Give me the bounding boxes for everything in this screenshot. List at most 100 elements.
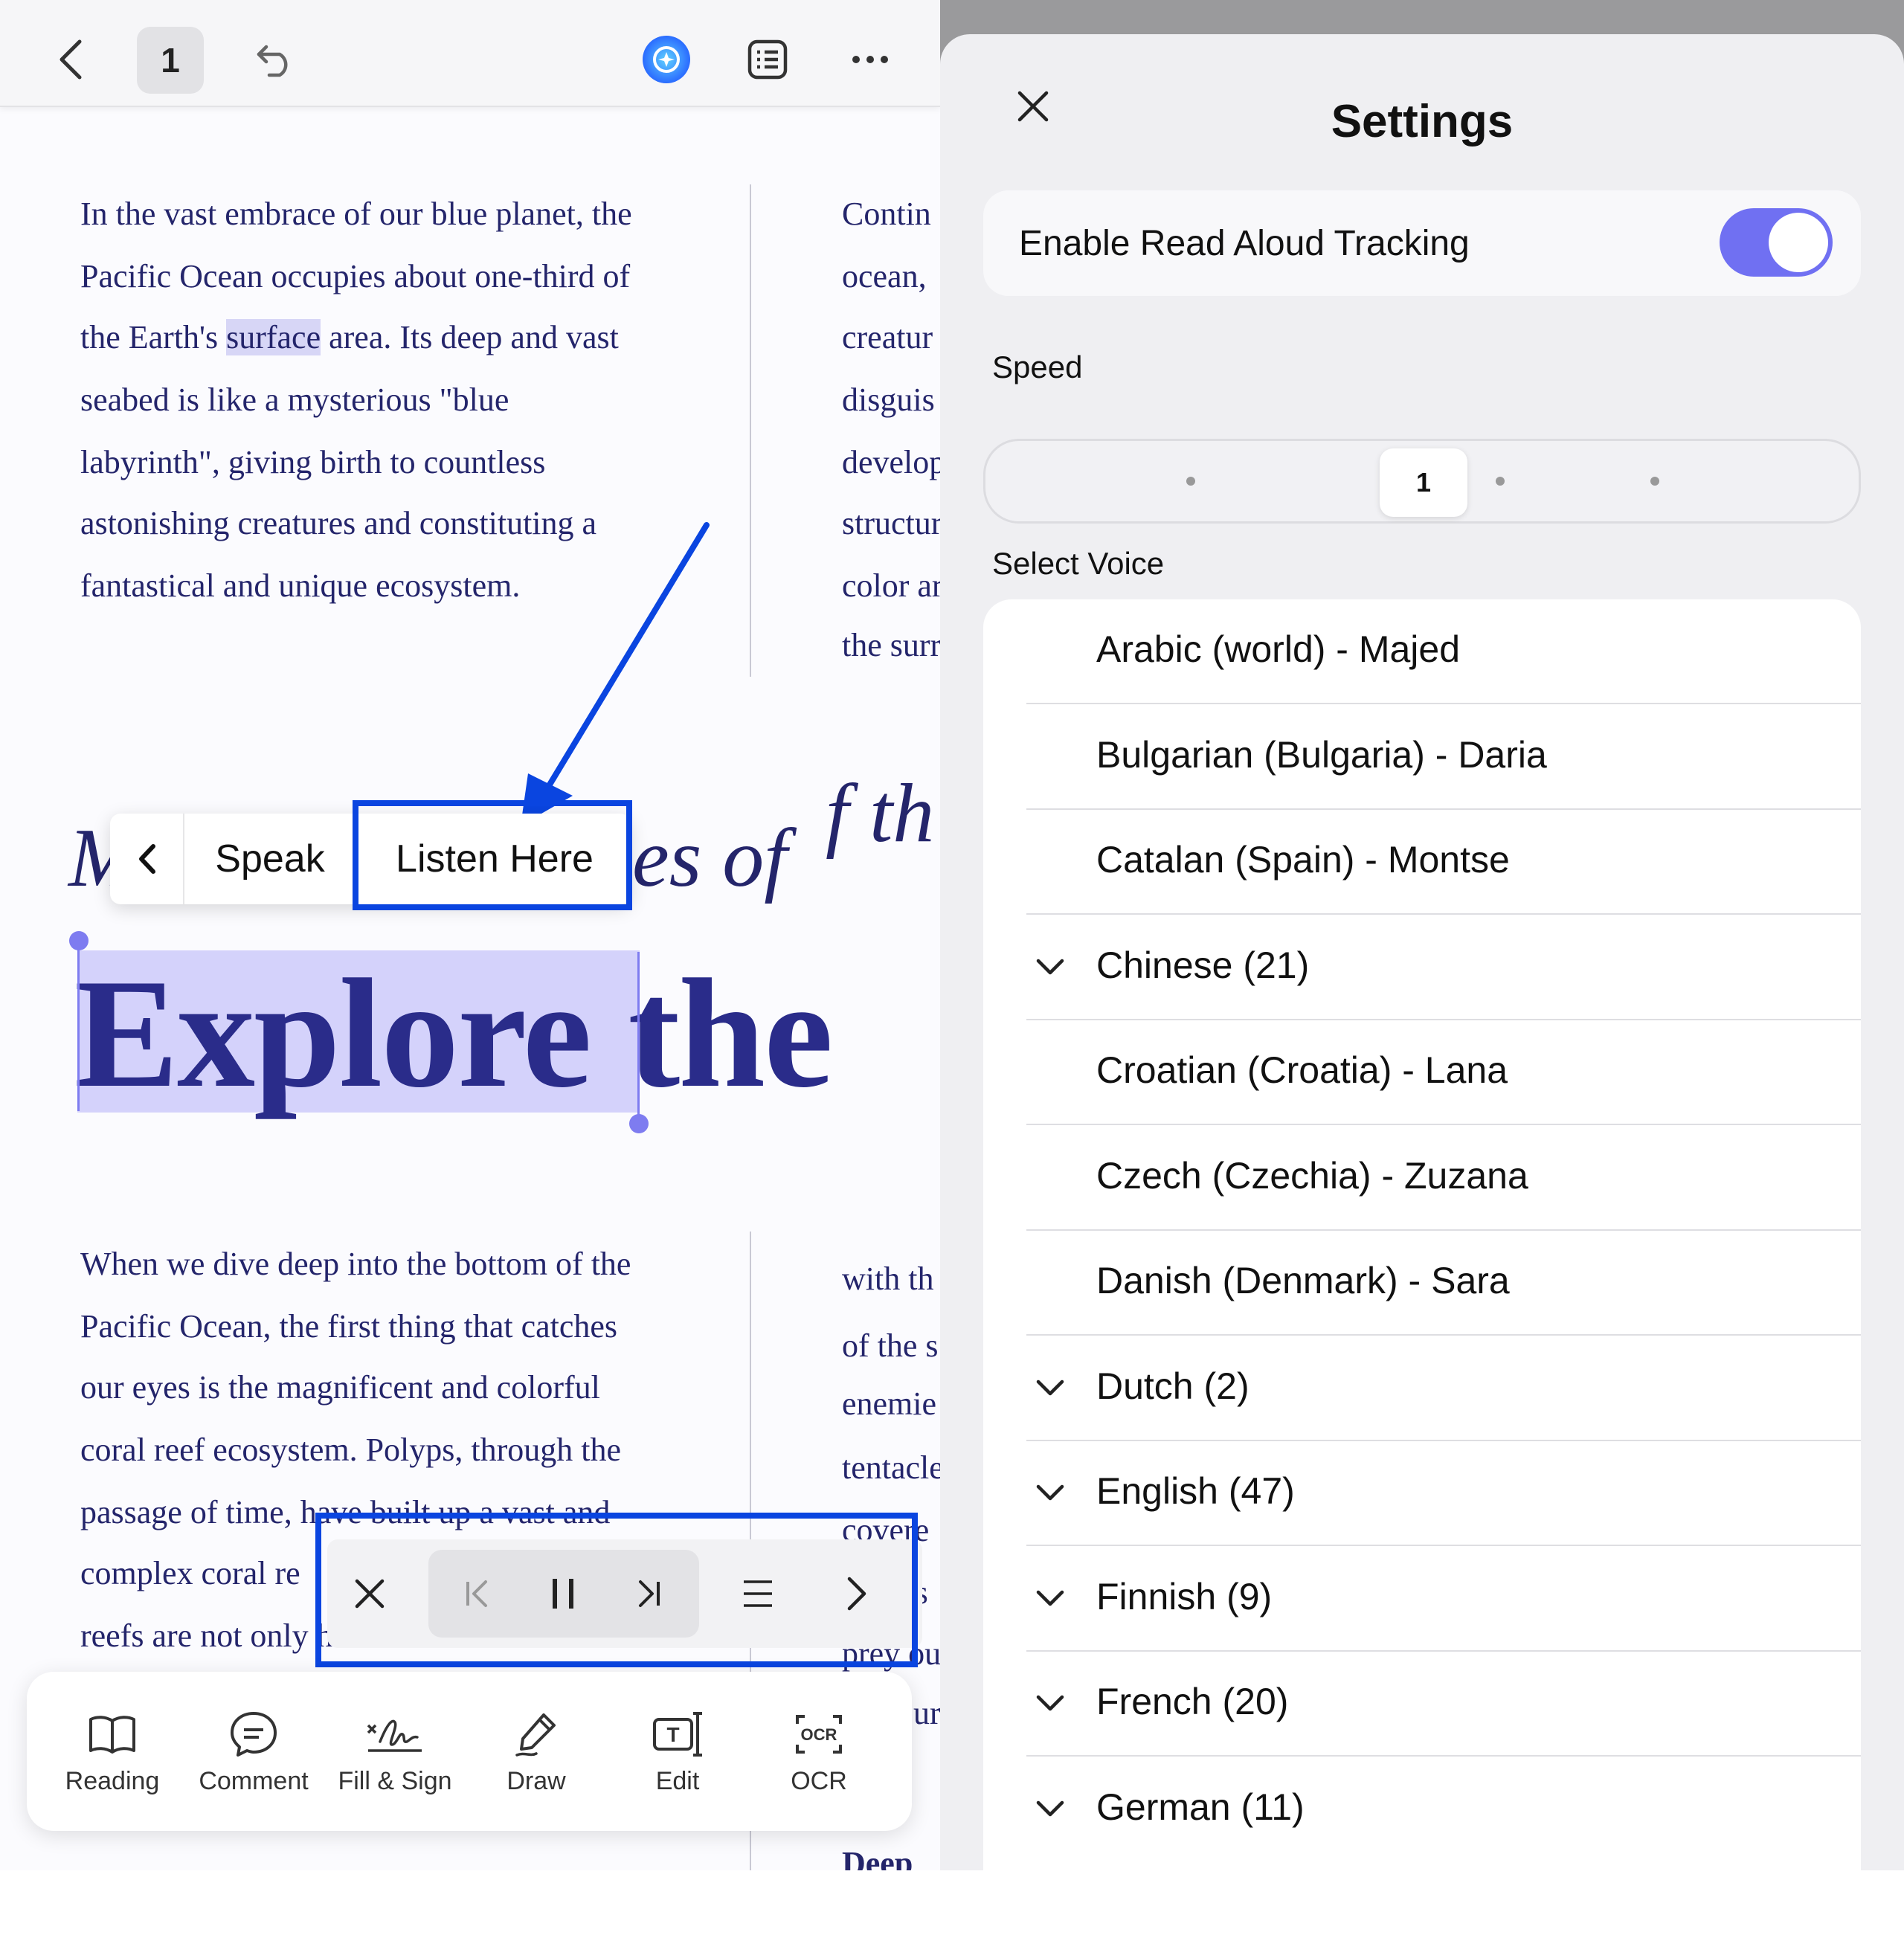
voice-list-item[interactable]: Bulgarian (Bulgaria) - Daria — [983, 705, 1861, 810]
selection-start-handle[interactable] — [69, 931, 89, 950]
voice-label: French (20) — [1096, 1681, 1289, 1722]
voice-list-item[interactable]: Arabic (world) - Majed — [983, 599, 1861, 704]
svg-text:T: T — [666, 1723, 679, 1746]
toolbar-label: Draw — [506, 1767, 566, 1795]
settings-sheet: Settings Enable Read Aloud Tracking Spee… — [940, 34, 1904, 1938]
toolbar-label: Fill & Sign — [338, 1767, 452, 1795]
chevron-down-icon — [1029, 947, 1071, 988]
outline-list-icon[interactable] — [738, 30, 797, 89]
toolbar-ocr[interactable]: OCR OCR — [748, 1672, 890, 1831]
text-line: creatur — [842, 319, 933, 355]
toolbar-draw[interactable]: Draw — [466, 1672, 607, 1831]
highlighted-word: surface — [226, 319, 321, 355]
select-voice-label: Select Voice — [992, 546, 1165, 581]
text-line: develop — [842, 444, 940, 480]
voice-list-item[interactable]: Croatian (Croatia) - Lana — [983, 1020, 1861, 1125]
chevron-left-icon — [139, 844, 155, 874]
voice-list-item[interactable]: Czech (Czechia) - Zuzana — [983, 1126, 1861, 1231]
voice-label: German (11) — [1096, 1786, 1305, 1828]
voice-list-item[interactable]: Chinese (21) — [983, 915, 1861, 1020]
text-line: When we dive deep into the bottom of the — [80, 1246, 631, 1282]
text-line: fantastical and unique ecosystem. — [80, 567, 521, 604]
top-toolbar: 1 — [0, 0, 940, 107]
bottom-toolbar: Reading Comment Fill & Sign Draw T Edit — [27, 1672, 912, 1831]
voice-list-item[interactable]: French (20) — [983, 1652, 1861, 1757]
tracking-toggle[interactable] — [1720, 208, 1833, 277]
toolbar-edit[interactable]: T Edit — [607, 1672, 748, 1831]
speak-button[interactable]: Speak — [184, 814, 356, 904]
text-line: enemie — [842, 1385, 937, 1422]
pen-icon — [466, 1707, 607, 1761]
ocr-icon: OCR — [748, 1707, 890, 1761]
selection-stem — [77, 940, 80, 1111]
text-line: structur — [842, 505, 940, 541]
text-line: the surr — [842, 627, 940, 663]
book-icon — [42, 1707, 183, 1761]
text-line: color ar — [842, 567, 940, 604]
read-aloud-tracking-row: Enable Read Aloud Tracking — [983, 190, 1861, 296]
more-options-icon[interactable] — [840, 30, 900, 89]
text-line: complex coral re — [80, 1555, 300, 1591]
toolbar-reading[interactable]: Reading — [42, 1672, 183, 1831]
text-line: the Earth's surface area. Its deep and v… — [80, 318, 619, 356]
context-menu-back-button[interactable] — [110, 814, 184, 904]
back-chevron-icon[interactable] — [45, 30, 97, 89]
voice-list-item[interactable]: Dutch (2) — [983, 1336, 1861, 1441]
heading-rest: the — [628, 947, 833, 1120]
text-edit-icon: T — [607, 1707, 748, 1761]
toolbar-label: Comment — [199, 1767, 309, 1795]
voice-label: Arabic (world) - Majed — [1096, 628, 1461, 670]
undo-icon[interactable] — [245, 30, 305, 89]
voice-label: Danish (Denmark) - Sara — [1096, 1260, 1510, 1301]
voice-list-item[interactable]: English (47) — [983, 1441, 1861, 1546]
voice-label: English (47) — [1096, 1470, 1295, 1512]
signature-icon — [324, 1707, 466, 1761]
text-segment: area. Its deep and vast — [321, 319, 619, 355]
toolbar-fill-sign[interactable]: Fill & Sign — [324, 1672, 466, 1831]
ai-assistant-icon[interactable] — [637, 30, 696, 89]
tracking-label: Enable Read Aloud Tracking — [1019, 224, 1470, 263]
voice-list: Arabic (world) - Majed Bulgarian (Bulgari… — [983, 599, 1861, 1938]
selection-end-handle[interactable] — [629, 1114, 649, 1133]
text-line: In the vast embrace of our blue planet, … — [80, 196, 632, 232]
heading-selected-word: Explore — [74, 947, 592, 1120]
chevron-down-icon — [1029, 1368, 1071, 1409]
text-line: our eyes is the magnificent and colorful — [80, 1369, 600, 1406]
heading-script-mid: es of — [632, 812, 788, 904]
voice-list-item[interactable]: Finnish (9) — [983, 1547, 1861, 1652]
text-line: coral reef ecosystem. Polyps, through th… — [80, 1432, 622, 1468]
text-line: ocean, — [842, 258, 927, 294]
text-line: tentacle — [842, 1449, 940, 1486]
voice-label: Dutch (2) — [1096, 1365, 1250, 1407]
chevron-down-icon — [1029, 1789, 1071, 1830]
voice-list-item[interactable]: German (11) — [983, 1757, 1861, 1862]
speed-tick — [1650, 477, 1659, 486]
text-segment: the Earth's — [80, 319, 227, 355]
heading-title: Explore the — [74, 944, 833, 1124]
annotation-highlight-box — [315, 1513, 918, 1667]
toolbar-comment[interactable]: Comment — [183, 1672, 324, 1831]
chevron-down-icon — [1029, 1683, 1071, 1725]
chevron-down-icon — [1029, 1472, 1071, 1514]
speed-slider-knob[interactable]: 1 — [1380, 448, 1467, 517]
text-line: labyrinth", giving birth to countless — [80, 444, 546, 480]
voice-list-item[interactable]: Catalan (Spain) - Montse — [983, 810, 1861, 915]
voice-label: Catalan (Spain) - Montse — [1096, 839, 1510, 881]
voice-label: Czech (Czechia) - Zuzana — [1096, 1154, 1528, 1197]
svg-text:OCR: OCR — [801, 1725, 837, 1744]
speed-tick — [1496, 477, 1505, 486]
text-line: Pacific Ocean, the first thing that catc… — [80, 1308, 618, 1345]
speed-tick — [1186, 477, 1195, 486]
speed-slider[interactable]: 1 — [983, 439, 1861, 524]
voice-list-item[interactable]: Danish (Denmark) - Sara — [983, 1231, 1861, 1336]
selection-stem — [637, 952, 640, 1121]
page-number-badge[interactable]: 1 — [137, 27, 204, 94]
voice-label: Chinese (21) — [1096, 944, 1310, 986]
text-line: of the s — [842, 1327, 939, 1364]
text-line: Deep — [842, 1845, 913, 1870]
annotation-highlight-box — [353, 800, 632, 910]
text-line: with th — [842, 1261, 934, 1297]
toolbar-label: Reading — [65, 1767, 160, 1795]
voice-label: Finnish (9) — [1096, 1575, 1273, 1617]
voice-label: Croatian (Croatia) - Lana — [1096, 1049, 1508, 1091]
